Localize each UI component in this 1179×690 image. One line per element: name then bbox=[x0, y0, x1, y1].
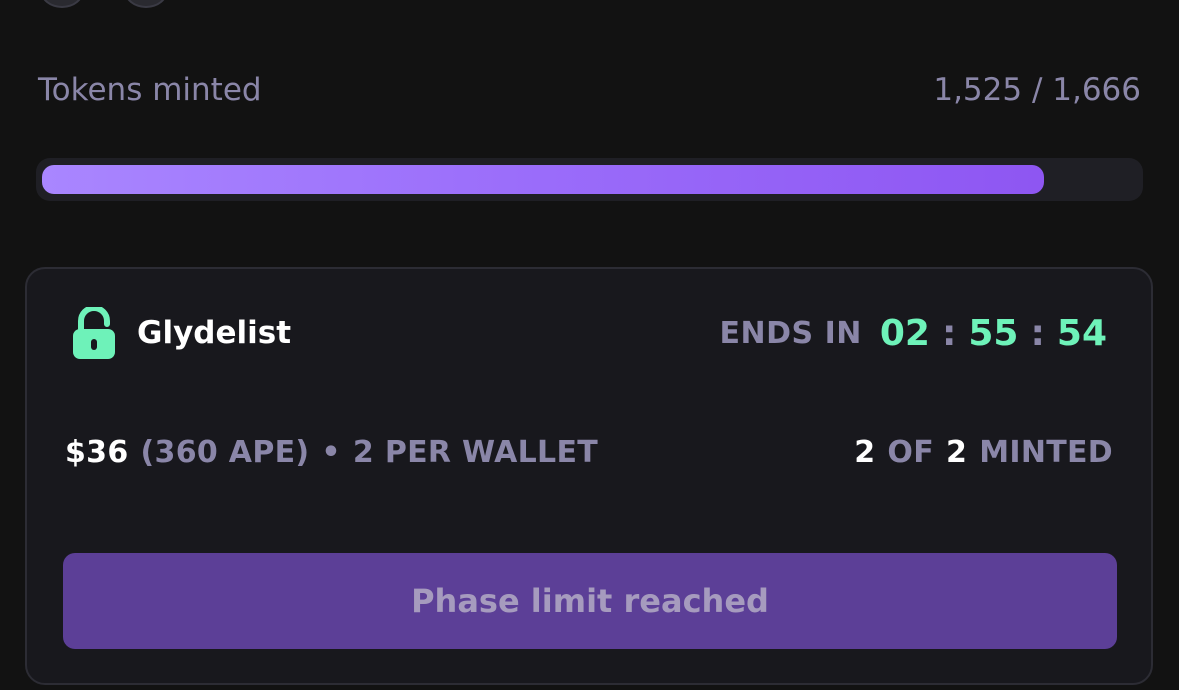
tokens-minted-row: Tokens minted 1,525 / 1,666 bbox=[38, 72, 1141, 108]
circle-icon[interactable] bbox=[124, 0, 168, 8]
minted-limit: 2 bbox=[946, 435, 968, 470]
countdown-hours: 02 bbox=[879, 312, 930, 354]
countdown-seconds: 54 bbox=[1056, 312, 1107, 354]
mint-panel: Tokens minted 1,525 / 1,666 Glydelist EN… bbox=[0, 0, 1179, 690]
wallet-minted-status: 2 OF 2 MINTED bbox=[854, 435, 1113, 470]
tokens-minted-label: Tokens minted bbox=[38, 72, 262, 108]
mint-progress-fill bbox=[42, 165, 1044, 194]
tokens-minted-count: 1,525 / 1,666 bbox=[933, 72, 1141, 108]
phase-limit-button[interactable]: Phase limit reached bbox=[63, 553, 1117, 649]
top-cutoff-controls bbox=[40, 0, 168, 8]
countdown-separator: : bbox=[941, 312, 957, 354]
phase-name: Glydelist bbox=[137, 315, 292, 351]
minted-label: MINTED bbox=[979, 435, 1113, 470]
phase-countdown-wrap: ENDS IN 02 : 55 : 54 bbox=[720, 313, 1107, 354]
mint-progress-bar bbox=[36, 158, 1143, 201]
phase-details-row: $36 (360 APE) • 2 PER WALLET 2 OF 2 MINT… bbox=[65, 435, 1113, 470]
of-label: OF bbox=[887, 435, 935, 470]
countdown-separator: : bbox=[1030, 312, 1045, 354]
minted-count: 2 bbox=[854, 435, 876, 470]
price-usd: $36 bbox=[65, 435, 129, 470]
phase-header: Glydelist ENDS IN 02 : 55 : 54 bbox=[71, 307, 1107, 359]
countdown-timer: 02 : 55 : 54 bbox=[880, 313, 1107, 354]
price-ape: (360 APE) bbox=[140, 435, 310, 470]
phase-price: $36 (360 APE) • 2 PER WALLET bbox=[65, 435, 598, 470]
circle-icon[interactable] bbox=[40, 0, 84, 8]
ends-in-label: ENDS IN bbox=[719, 315, 862, 351]
bullet-separator: • bbox=[321, 435, 341, 470]
countdown-minutes: 55 bbox=[968, 312, 1019, 354]
unlocked-padlock-icon bbox=[73, 307, 115, 359]
phase-card: Glydelist ENDS IN 02 : 55 : 54 $36 (360 … bbox=[25, 267, 1153, 685]
per-wallet-limit: 2 PER WALLET bbox=[352, 435, 599, 470]
phase-title: Glydelist bbox=[71, 307, 291, 359]
